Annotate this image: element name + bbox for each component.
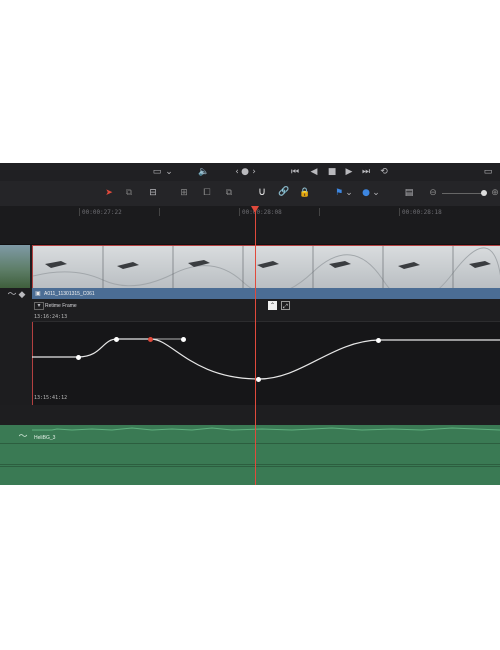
audio-waveform [32, 427, 500, 431]
clip-name-bar[interactable]: ▣ A011_11301315_C061 [32, 288, 500, 299]
flag-icon[interactable]: ⚑ [334, 188, 344, 198]
keyframe-point-selected[interactable] [148, 337, 153, 342]
viewer-toolbar: ▭ ⌄ 🔈 ‹ ● › ⏮ ◀ ■ ▶ ⏭ ⟲ ▭ [0, 163, 500, 182]
loop-icon[interactable]: ⟲ [379, 167, 389, 177]
ruler-tick [399, 208, 400, 216]
retime-curve-header: ▾ Retime Frame 13:16:24:13 ⌃ ⤢ [32, 299, 500, 322]
insert-icon[interactable]: ⊞ [176, 188, 192, 198]
next-arrow-icon[interactable]: › [250, 167, 258, 177]
audio-divider [0, 466, 500, 467]
audio-divider [0, 464, 500, 465]
curve-edit-button[interactable]: ⤢ [281, 301, 290, 310]
zoom-out-icon[interactable]: ⊖ [428, 188, 438, 198]
step-back-icon[interactable]: ◀ [309, 167, 319, 177]
retime-dropdown-icon[interactable]: ▾ [34, 302, 44, 310]
keyframe-handle[interactable] [114, 337, 119, 342]
playhead-marker[interactable] [251, 206, 259, 213]
stop-icon[interactable]: ■ [327, 167, 337, 177]
go-end-icon[interactable]: ⏭ [361, 167, 371, 177]
clip-thumbnail-left [0, 245, 30, 288]
blade-icon[interactable]: ⊟ [146, 188, 160, 198]
play-icon[interactable]: ▶ [344, 167, 354, 177]
audio-divider [0, 443, 500, 444]
trim-icon[interactable]: ⧉ [122, 188, 136, 198]
audio-curve-icon[interactable]: 〜 [18, 432, 28, 442]
retime-top-value: 13:16:24:13 [34, 314, 68, 320]
edit-toolbar: ➤ ⧉ ⊟ ⊞ ⧠ ⧉ ∪ 🔗 🔒 ⚑ ⌄ ● ⌄ ▤ ⊖ ⊕ [0, 181, 500, 207]
snap-magnet-icon[interactable]: ∪ [256, 186, 268, 197]
chevron-down-icon[interactable]: ⌄ [372, 188, 380, 198]
keyframe-point[interactable] [376, 338, 381, 343]
audio-clip-name: HeliBG_3 [34, 435, 56, 441]
overwrite-icon[interactable]: ⧠ [200, 188, 214, 198]
keyframe-point[interactable] [76, 355, 81, 360]
timeline-panel: ▭ ⌄ 🔈 ‹ ● › ⏮ ◀ ■ ▶ ⏭ ⟲ ▭ ➤ ⧉ ⊟ ⊞ ⧠ ⧉ ∪ … [0, 163, 500, 485]
dot-icon[interactable]: ● [241, 167, 249, 177]
playhead-line[interactable] [255, 210, 256, 485]
ruler-tick [319, 208, 320, 216]
clip-name: A011_11301315_C061 [44, 291, 95, 297]
ruler-tick [159, 208, 160, 216]
replace-icon[interactable]: ⧉ [222, 188, 236, 198]
curve-toggle-icon[interactable]: 〜 [7, 290, 17, 300]
zoom-slider-handle[interactable] [481, 190, 487, 196]
empty-track-gap [0, 405, 500, 425]
timecode-label: 00:00:28:08 [242, 209, 282, 216]
track-height-icon[interactable]: ▤ [402, 188, 416, 198]
retime-label: Retime Frame [45, 303, 77, 309]
link-icon[interactable]: 🔗 [278, 187, 290, 197]
ruler-tick [239, 208, 240, 216]
timecode-label: 00:00:27:22 [82, 209, 122, 216]
viewer-layout-icon[interactable]: ▭ [152, 167, 162, 177]
fullscreen-icon[interactable]: ▭ [482, 167, 494, 177]
chevron-down-icon[interactable]: ⌄ [165, 167, 173, 177]
zoom-slider-track[interactable] [442, 193, 482, 194]
video-clip[interactable] [32, 245, 500, 302]
retime-curve[interactable] [32, 321, 500, 405]
go-start-icon[interactable]: ⏮ [290, 167, 300, 177]
selection-arrow-icon[interactable]: ➤ [104, 188, 114, 198]
audio-track[interactable]: 〜 HeliBG_3 [0, 425, 500, 485]
prev-arrow-icon[interactable]: ‹ [233, 167, 241, 177]
chevron-down-icon[interactable]: ⌄ [345, 188, 353, 198]
marker-icon[interactable]: ● [361, 188, 371, 198]
keyframe-icon[interactable]: ◆ [18, 290, 26, 300]
keyframe-handle[interactable] [181, 337, 186, 342]
video-clip-frames [32, 246, 500, 302]
keyframe-point[interactable] [256, 377, 261, 382]
timecode-label: 00:00:28:18 [402, 209, 442, 216]
lock-icon[interactable]: 🔒 [299, 188, 311, 198]
ruler-tick [79, 208, 80, 216]
curve-up-button[interactable]: ⌃ [268, 301, 277, 310]
zoom-in-icon[interactable]: ⊕ [490, 188, 500, 198]
clip-video-icon: ▣ [35, 290, 41, 297]
speaker-icon[interactable]: 🔈 [198, 167, 209, 177]
